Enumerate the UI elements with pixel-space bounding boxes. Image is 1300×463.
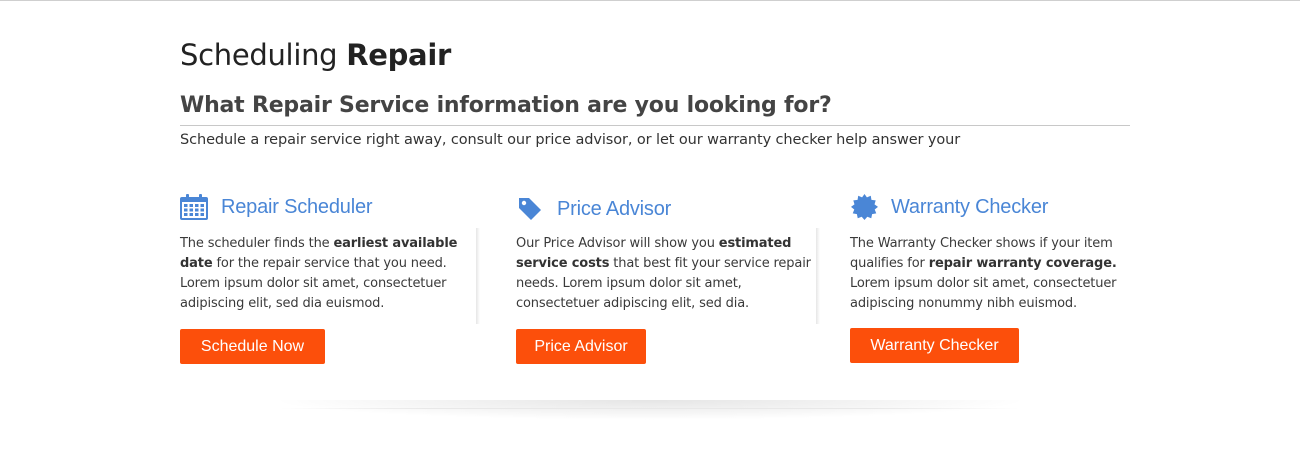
warranty-checker-header: Warranty Checker xyxy=(850,190,1150,224)
intro-text: Schedule a repair service right away, co… xyxy=(180,132,961,148)
section-subtitle: What Repair Service information are you … xyxy=(180,93,1130,126)
price-tag-icon xyxy=(516,195,544,223)
price-advisor-card: Price Advisor Our Price Advisor will sho… xyxy=(516,190,816,314)
column-divider xyxy=(816,228,820,324)
repair-scheduler-card: Repair Scheduler The scheduler finds the… xyxy=(180,190,480,314)
page-title-bold: Repair xyxy=(346,38,451,72)
repair-scheduler-header: Repair Scheduler xyxy=(180,190,480,224)
badge-seal-icon xyxy=(850,193,878,221)
warranty-checker-button[interactable]: Warranty Checker xyxy=(850,328,1019,363)
description-text: Our Price Advisor will show you xyxy=(516,236,719,251)
schedule-now-button[interactable]: Schedule Now xyxy=(180,329,325,364)
calendar-icon xyxy=(180,193,208,221)
price-advisor-heading: Price Advisor xyxy=(557,197,672,220)
section-bottom-edge xyxy=(280,408,1020,409)
price-advisor-button[interactable]: Price Advisor xyxy=(516,329,646,364)
description-text: Lorem ipsum dolor sit amet, consectetuer… xyxy=(850,276,1117,311)
description-text: The scheduler finds the xyxy=(180,236,334,251)
warranty-checker-card: Warranty Checker The Warranty Checker sh… xyxy=(850,190,1150,314)
price-advisor-description: Our Price Advisor will show you estimate… xyxy=(516,234,812,314)
scheduling-repair-section: Scheduling Repair What Repair Service in… xyxy=(180,0,1130,463)
section-drop-shadow xyxy=(270,400,1030,420)
warranty-checker-heading: Warranty Checker xyxy=(891,195,1049,218)
page-title: Scheduling Repair xyxy=(180,38,451,72)
description-text: for the repair service that you need. Lo… xyxy=(180,256,447,311)
column-divider xyxy=(476,228,480,324)
repair-scheduler-heading: Repair Scheduler xyxy=(221,195,373,218)
page-title-prefix: Scheduling xyxy=(180,38,338,72)
price-advisor-header: Price Advisor xyxy=(516,192,816,226)
warranty-checker-description: The Warranty Checker shows if your item … xyxy=(850,234,1146,314)
description-emphasis: repair warranty coverage. xyxy=(928,256,1117,271)
repair-scheduler-description: The scheduler finds the earliest availab… xyxy=(180,234,476,314)
